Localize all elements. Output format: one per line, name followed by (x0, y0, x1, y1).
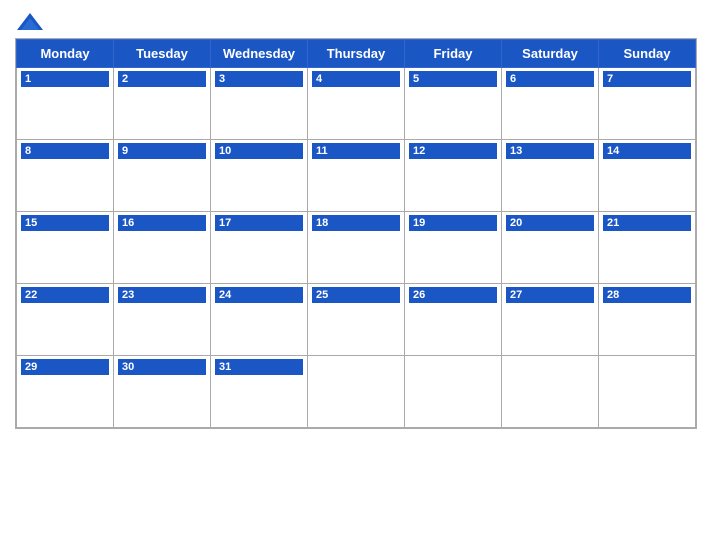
calendar-cell: 29 (17, 356, 114, 428)
calendar-cell: 1 (17, 68, 114, 140)
day-number: 11 (312, 143, 400, 159)
calendar-cell: 3 (211, 68, 308, 140)
day-number: 27 (506, 287, 594, 303)
day-number: 16 (118, 215, 206, 231)
day-number: 1 (21, 71, 109, 87)
calendar-cell: 6 (502, 68, 599, 140)
calendar-cell: 17 (211, 212, 308, 284)
generalblue-logo-icon (15, 10, 45, 34)
day-number: 24 (215, 287, 303, 303)
day-number: 13 (506, 143, 594, 159)
calendar-cell: 5 (405, 68, 502, 140)
day-number: 12 (409, 143, 497, 159)
calendar-header (15, 10, 697, 34)
calendar-cell: 31 (211, 356, 308, 428)
col-thursday: Thursday (308, 40, 405, 68)
day-number: 15 (21, 215, 109, 231)
calendar-cell: 2 (114, 68, 211, 140)
day-number: 5 (409, 71, 497, 87)
day-number: 6 (506, 71, 594, 87)
day-number: 29 (21, 359, 109, 375)
day-number: 7 (603, 71, 691, 87)
calendar-cell: 8 (17, 140, 114, 212)
day-number: 10 (215, 143, 303, 159)
col-monday: Monday (17, 40, 114, 68)
calendar-cell: 28 (599, 284, 696, 356)
col-saturday: Saturday (502, 40, 599, 68)
calendar-cell (405, 356, 502, 428)
calendar-cell: 19 (405, 212, 502, 284)
col-tuesday: Tuesday (114, 40, 211, 68)
calendar-weekday-header: Monday Tuesday Wednesday Thursday Friday… (17, 40, 696, 68)
col-sunday: Sunday (599, 40, 696, 68)
calendar-cell: 24 (211, 284, 308, 356)
calendar-cell: 7 (599, 68, 696, 140)
day-number: 14 (603, 143, 691, 159)
calendar-cell: 30 (114, 356, 211, 428)
day-number: 31 (215, 359, 303, 375)
day-number: 23 (118, 287, 206, 303)
calendar-cell: 4 (308, 68, 405, 140)
day-number: 9 (118, 143, 206, 159)
calendar-grid: Monday Tuesday Wednesday Thursday Friday… (15, 38, 697, 429)
day-number: 3 (215, 71, 303, 87)
calendar-cell: 25 (308, 284, 405, 356)
day-number: 18 (312, 215, 400, 231)
day-number: 30 (118, 359, 206, 375)
col-wednesday: Wednesday (211, 40, 308, 68)
calendar-cell (308, 356, 405, 428)
calendar-cell: 13 (502, 140, 599, 212)
calendar-cell: 9 (114, 140, 211, 212)
calendar-body: 1234567891011121314151617181920212223242… (17, 68, 696, 428)
calendar-cell: 18 (308, 212, 405, 284)
day-number: 19 (409, 215, 497, 231)
day-number: 4 (312, 71, 400, 87)
calendar-cell: 10 (211, 140, 308, 212)
col-friday: Friday (405, 40, 502, 68)
calendar-cell: 22 (17, 284, 114, 356)
calendar-cell: 11 (308, 140, 405, 212)
day-number: 2 (118, 71, 206, 87)
calendar-cell: 12 (405, 140, 502, 212)
day-number: 8 (21, 143, 109, 159)
calendar-cell: 20 (502, 212, 599, 284)
day-number: 22 (21, 287, 109, 303)
calendar-cell: 21 (599, 212, 696, 284)
day-number: 17 (215, 215, 303, 231)
calendar-cell: 15 (17, 212, 114, 284)
day-number: 21 (603, 215, 691, 231)
logo-area (15, 10, 49, 34)
calendar-cell: 27 (502, 284, 599, 356)
day-number: 26 (409, 287, 497, 303)
calendar-cell: 14 (599, 140, 696, 212)
calendar-cell (599, 356, 696, 428)
day-number: 20 (506, 215, 594, 231)
calendar-cell: 23 (114, 284, 211, 356)
calendar-cell: 16 (114, 212, 211, 284)
calendar-cell (502, 356, 599, 428)
calendar-cell: 26 (405, 284, 502, 356)
day-number: 25 (312, 287, 400, 303)
day-number: 28 (603, 287, 691, 303)
